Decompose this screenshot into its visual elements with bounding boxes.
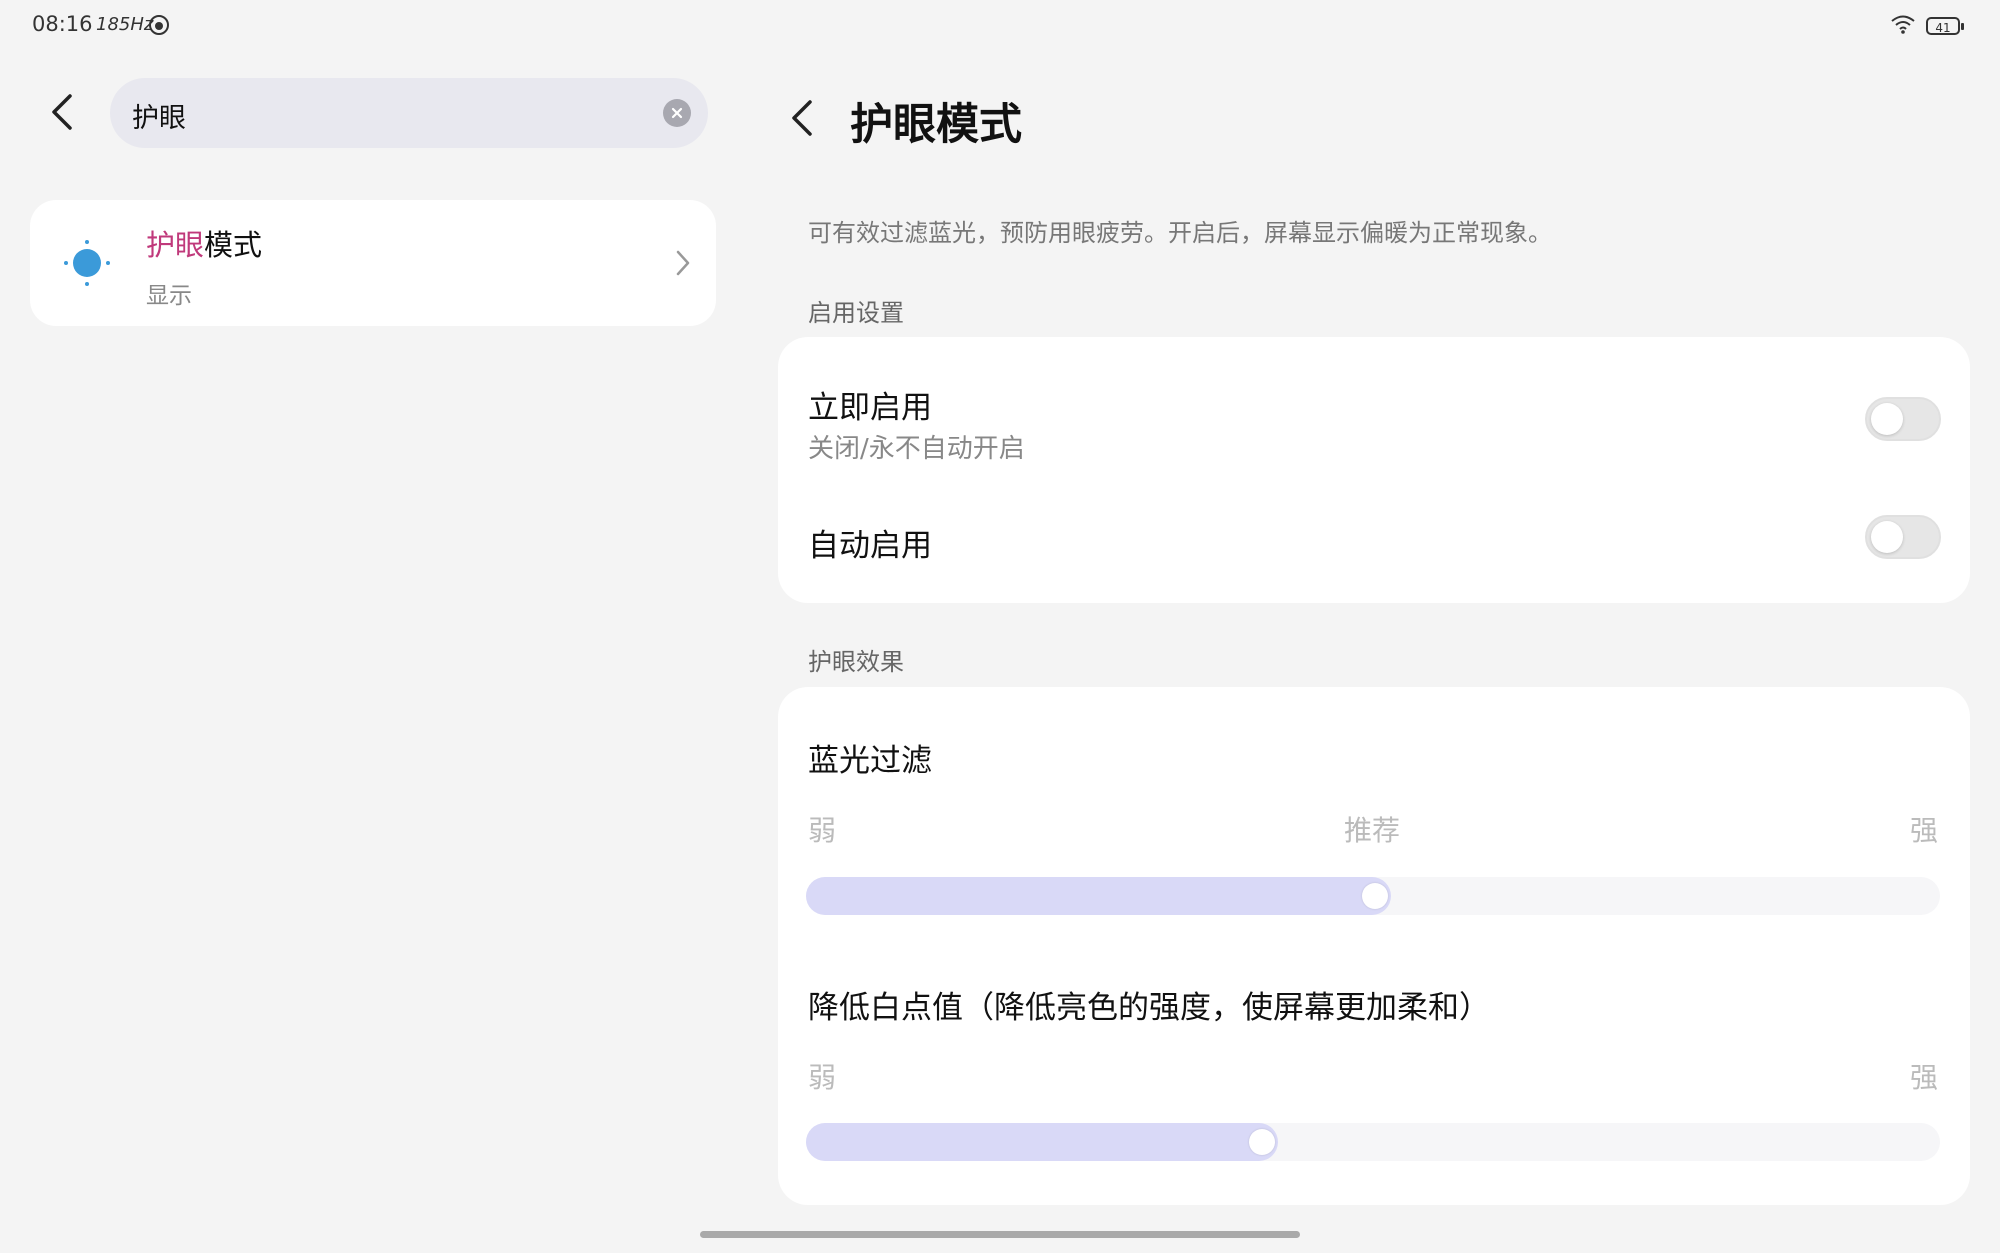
accessibility-icon: [148, 14, 170, 40]
white-point-max-label: 强: [1910, 1061, 1939, 1094]
blue-filter-min-label: 弱: [808, 814, 837, 847]
section-label-effect: 护眼效果: [808, 648, 904, 676]
wifi-icon: [1890, 14, 1916, 38]
search-result-item[interactable]: [30, 200, 716, 326]
battery-icon: 41: [1926, 17, 1964, 35]
auto-enable-title: 自动启用: [808, 528, 932, 564]
toggle-knob: [1871, 521, 1903, 553]
search-result-title-rest: 模式: [204, 228, 263, 262]
back-button[interactable]: [44, 90, 84, 134]
refresh-rate: 185Hz: [96, 14, 154, 35]
page-description: 可有效过滤蓝光，预防用眼疲劳。开启后，屏幕显示偏暖为正常现象。: [808, 219, 1552, 247]
clear-search-button[interactable]: [663, 99, 691, 127]
search-input[interactable]: [110, 78, 708, 148]
blue-filter-max-label: 强: [1910, 814, 1939, 847]
chevron-right-icon: [674, 248, 692, 282]
blue-filter-title: 蓝光过滤: [808, 743, 932, 779]
white-point-min-label: 弱: [808, 1061, 837, 1094]
slider-fill: [806, 1123, 1278, 1161]
blue-filter-slider[interactable]: [806, 877, 1940, 915]
enable-now-subtitle: 关闭/永不自动开启: [808, 434, 1025, 464]
home-indicator[interactable]: [700, 1231, 1300, 1238]
search-result-subtitle: 显示: [146, 283, 192, 309]
slider-thumb[interactable]: [1249, 1129, 1275, 1155]
auto-enable-toggle[interactable]: [1865, 515, 1941, 559]
enable-now-title: 立即启用: [808, 390, 932, 426]
status-time: 08:16: [32, 12, 93, 36]
eye-comfort-sun-icon: [62, 238, 112, 292]
blue-filter-recommended-label: 推荐: [1344, 814, 1401, 847]
enable-settings-card: [778, 337, 1970, 603]
white-point-slider[interactable]: [806, 1123, 1940, 1161]
page-title: 护眼模式: [850, 100, 1022, 150]
close-icon: [671, 107, 683, 119]
search-result-title: 护眼模式: [146, 222, 262, 264]
status-indicators: 41: [1890, 14, 1964, 38]
search-result-highlight: 护眼: [146, 228, 205, 262]
slider-thumb[interactable]: [1362, 883, 1388, 909]
white-point-title: 降低白点值（降低亮色的强度，使屏幕更加柔和）: [808, 990, 1490, 1026]
toggle-knob: [1871, 403, 1903, 435]
detail-back-button[interactable]: [786, 96, 820, 140]
search-query[interactable]: 护眼: [132, 96, 186, 135]
slider-fill: [806, 877, 1391, 915]
section-label-enable: 启用设置: [808, 299, 904, 327]
enable-now-toggle[interactable]: [1865, 397, 1941, 441]
